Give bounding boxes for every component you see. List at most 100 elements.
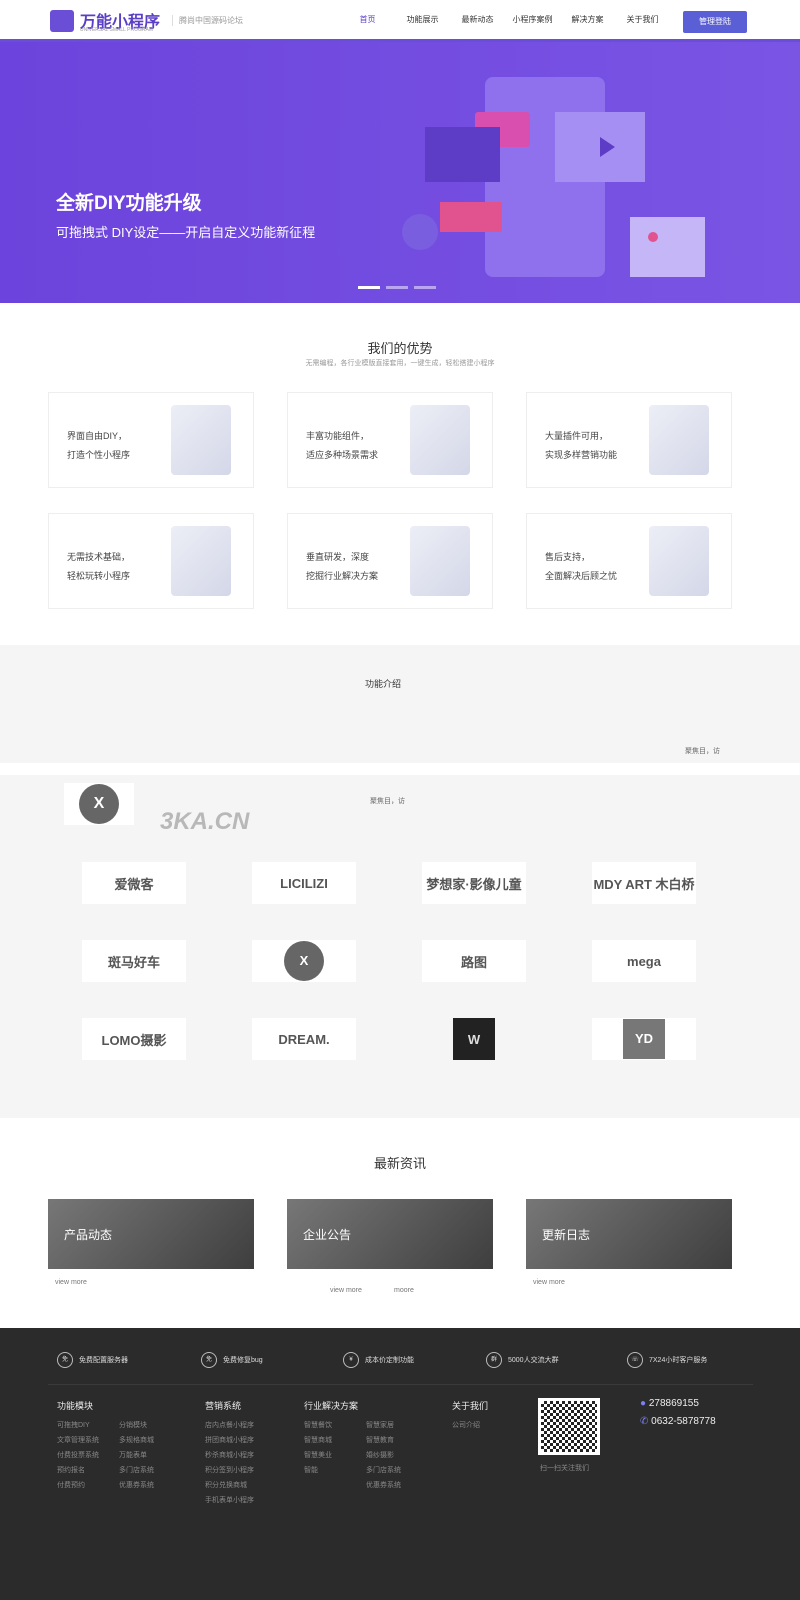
nav-link[interactable]: 关于我们 (615, 14, 670, 25)
case-logo[interactable]: 斑马好车 (82, 940, 186, 982)
nav-link[interactable]: 最新动态 (450, 14, 505, 25)
footer-column-title: 行业解决方案 (304, 1401, 359, 1411)
view-more-link[interactable]: view more (55, 1279, 87, 1286)
view-more-link[interactable]: moore (394, 1287, 414, 1294)
news-category: 更新日志 (542, 1228, 591, 1242)
case-logo[interactable]: X (252, 940, 356, 982)
case-logo[interactable]: YD (592, 1018, 696, 1060)
footer-link[interactable]: 店内点餐小程序 (205, 1418, 254, 1433)
service-label: 成本价定制功能 (365, 1357, 414, 1364)
footer-link[interactable]: 付费预约 (57, 1478, 85, 1493)
footer-link[interactable]: 优惠券系统 (366, 1478, 401, 1493)
logo-subtitle: UNIVERSAL SMALL PROGRAM (80, 27, 153, 33)
case-logo[interactable]: LOMO摄影 (82, 1018, 186, 1060)
footer-column-title: 功能模块 (57, 1401, 94, 1411)
footer-link[interactable]: 智慧教育 (366, 1433, 394, 1448)
footer-column-title: 营销系统 (205, 1401, 242, 1411)
qq-number: 278869155 (648, 1398, 699, 1409)
case-logo[interactable]: LICILIZI (252, 862, 356, 904)
banner-illustration (402, 77, 705, 277)
banner-subtitle: 可拖拽式 DIY设定——开启自定义功能新征程 (56, 225, 316, 240)
service-icon: ☏ (627, 1352, 643, 1368)
case-logo[interactable]: 爱微客 (82, 862, 186, 904)
news-card[interactable]: 产品动态 (48, 1199, 254, 1269)
case-logo[interactable]: mega (592, 940, 696, 982)
footer-link[interactable]: 积分签到小程序 (205, 1463, 254, 1478)
footer-link[interactable]: 文章管理系统 (57, 1433, 99, 1448)
footer-link[interactable]: 万能表单 (119, 1448, 147, 1463)
footer-link[interactable]: 分销模块 (119, 1418, 147, 1433)
footer-link[interactable]: 智慧餐饮 (304, 1418, 332, 1433)
news-card[interactable]: 企业公告 (287, 1199, 493, 1269)
nav-links: 首页 功能展示 最新动态 小程序案例 解决方案 关于我们 (340, 14, 670, 25)
case-logo[interactable]: DREAM. (252, 1018, 356, 1060)
footer-link[interactable]: 多门店系统 (119, 1463, 154, 1478)
advantage-illustration (171, 526, 231, 596)
footer-link[interactable]: 预约报名 (57, 1463, 85, 1478)
footer-link[interactable]: 多规格商城 (119, 1433, 154, 1448)
advantage-line: 大量插件可用， (545, 431, 609, 441)
footer-link[interactable]: 秒杀商城小程序 (205, 1448, 254, 1463)
nav-link[interactable]: 小程序案例 (505, 14, 560, 25)
login-button[interactable]: 管理登陆 (683, 11, 747, 33)
advantage-text: 丰富功能组件， 适应多种场景需求 (306, 427, 396, 465)
carousel-dot[interactable] (414, 286, 436, 289)
case-logo[interactable]: 路图 (422, 940, 526, 982)
advantage-card: 大量插件可用， 实现多样营销功能 (526, 392, 732, 488)
carousel-dot[interactable] (386, 286, 408, 289)
advantages-subtitle: 无需编程，各行业模版直接套用，一键生成，轻松搭建小程序 (305, 360, 495, 367)
case-logo[interactable]: W (453, 1018, 495, 1060)
footer-link[interactable]: 婚纱摄影 (366, 1448, 394, 1463)
case-logo[interactable]: 梦想家·影像儿童 (422, 862, 526, 904)
qq-icon: ● (640, 1398, 647, 1409)
advantage-card: 丰富功能组件， 适应多种场景需求 (287, 392, 493, 488)
news-card[interactable]: 更新日志 (526, 1199, 732, 1269)
footer-link[interactable]: 智慧商城 (304, 1433, 332, 1448)
footer-link[interactable]: 智能 (304, 1463, 318, 1478)
footer-link[interactable]: 拼团商城小程序 (205, 1433, 254, 1448)
advantage-card: 界面自由DIY， 打造个性小程序 (48, 392, 254, 488)
service-icon: ¥ (343, 1352, 359, 1368)
footer-divider (48, 1384, 753, 1385)
advantage-line: 界面自由DIY， (67, 431, 128, 441)
advantage-line: 丰富功能组件， (306, 431, 370, 441)
footer-link[interactable]: 智慧家居 (366, 1418, 394, 1433)
advantage-text: 无需技术基础， 轻松玩转小程序 (67, 548, 157, 586)
footer-link[interactable]: 付费投票系统 (57, 1448, 99, 1463)
advantage-text: 大量插件可用， 实现多样营销功能 (545, 427, 635, 465)
footer-link[interactable]: 多门店系统 (366, 1463, 401, 1478)
view-more-link[interactable]: view more (330, 1287, 362, 1294)
store-logo-icon (50, 10, 74, 32)
advantage-line: 实现多样营销功能 (545, 450, 618, 460)
advantage-line: 售后支持， (545, 552, 591, 562)
nav-link[interactable]: 解决方案 (560, 14, 615, 25)
case-logo-x[interactable]: X (64, 783, 134, 825)
footer-link[interactable]: 公司介绍 (452, 1418, 480, 1433)
nav-link[interactable]: 功能展示 (395, 14, 450, 25)
feature-fragment: 聚焦目，访 (685, 748, 720, 755)
qr-code (538, 1398, 600, 1455)
service-label: 免费修复bug (223, 1357, 263, 1364)
hero-banner: 全新DIY功能升级 可拖拽式 DIY设定——开启自定义功能新征程 (0, 42, 800, 303)
advantage-line: 轻松玩转小程序 (67, 571, 131, 581)
view-more-link[interactable]: view more (533, 1279, 565, 1286)
advantage-line: 适应多种场景需求 (306, 450, 379, 460)
advantage-text: 界面自由DIY， 打造个性小程序 (67, 427, 157, 465)
banner-title: 全新DIY功能升级 (56, 193, 202, 214)
footer-service: 免免费配置服务器 (57, 1352, 128, 1368)
footer-link[interactable]: 优惠券系统 (119, 1478, 154, 1493)
news-category: 企业公告 (303, 1228, 352, 1242)
nav-link[interactable]: 首页 (340, 14, 395, 25)
service-label: 7X24小时客户服务 (649, 1357, 708, 1364)
case-logo[interactable]: MDY ART 木白桥 (592, 862, 696, 904)
advantage-illustration (410, 405, 470, 475)
carousel-dot[interactable] (358, 286, 380, 289)
service-icon: 免 (201, 1352, 217, 1368)
footer-link[interactable]: 可拖拽DIY (57, 1418, 90, 1433)
advantage-line: 全面解决后顾之忧 (545, 571, 618, 581)
footer-link[interactable]: 智慧美业 (304, 1448, 332, 1463)
advantages-title: 我们的优势 (367, 341, 433, 356)
watermark: 3KA.CN (160, 808, 250, 835)
footer-link[interactable]: 积分兑换商城 (205, 1478, 247, 1493)
footer-link[interactable]: 手机表单小程序 (205, 1493, 254, 1508)
